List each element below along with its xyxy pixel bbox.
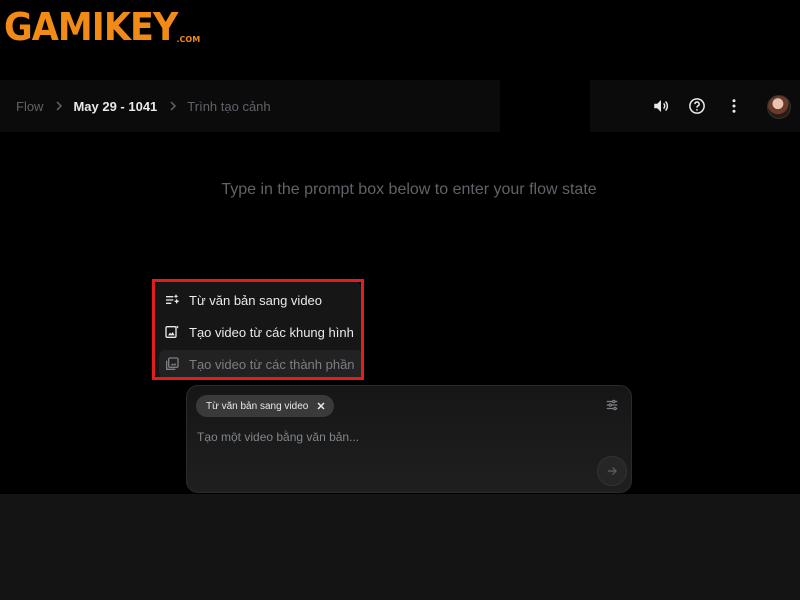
breadcrumb-item-flow[interactable]: Flow [16, 99, 43, 114]
brand-strip: GAMIKEY .COM [0, 0, 800, 74]
close-icon[interactable] [316, 401, 326, 411]
logo-suffix: .COM [176, 35, 201, 44]
generation-mode-menu: Từ văn bản sang video Tạo video từ các k… [155, 280, 363, 380]
header-actions [590, 80, 800, 132]
avatar[interactable] [767, 95, 791, 119]
help-icon[interactable] [687, 96, 707, 116]
chevron-right-icon [168, 101, 178, 111]
chevron-right-icon [54, 101, 64, 111]
bottom-strip [0, 494, 800, 600]
menu-item-ingredients-to-video[interactable]: Tạo video từ các thành phần [159, 350, 363, 378]
more-vert-icon[interactable] [724, 96, 744, 116]
text-to-video-icon [163, 291, 181, 309]
app-screen: GAMIKEY .COM Flow May 29 - 1041 Trình tạ… [0, 0, 800, 600]
breadcrumb: Flow May 29 - 1041 Trình tạo cảnh [0, 80, 500, 132]
volume-icon[interactable] [651, 96, 671, 116]
prompt-box: Từ văn bản sang video [186, 385, 632, 493]
menu-item-label: Tạo video từ các khung hình [189, 324, 354, 340]
menu-item-label: Tạo video từ các thành phần [189, 356, 355, 372]
menu-item-label: Từ văn bản sang video [189, 292, 323, 308]
main-canvas: Type in the prompt box below to enter yo… [0, 138, 800, 494]
menu-item-text-to-video[interactable]: Từ văn bản sang video [163, 286, 322, 314]
send-button[interactable] [597, 456, 627, 486]
empty-state-hint: Type in the prompt box below to enter yo… [221, 181, 597, 198]
arrow-right-icon [607, 467, 617, 475]
ingredients-to-video-icon [163, 355, 181, 373]
gamikey-logo: GAMIKEY .COM [4, 8, 200, 46]
breadcrumb-item-scenebuilder[interactable]: Trình tạo cảnh [187, 99, 270, 114]
mode-chip-label: Từ văn bản sang video [206, 400, 309, 412]
logo-text: GAMIKEY [4, 5, 178, 49]
app-header: Flow May 29 - 1041 Trình tạo cảnh [0, 74, 800, 138]
mode-chip[interactable]: Từ văn bản sang video [196, 395, 335, 417]
settings-sliders-icon[interactable] [605, 398, 621, 414]
menu-item-frames-to-video[interactable]: Tạo video từ các khung hình [163, 318, 354, 346]
prompt-input[interactable] [197, 426, 577, 448]
frames-to-video-icon [163, 323, 181, 341]
breadcrumb-item-project[interactable]: May 29 - 1041 [73, 99, 157, 114]
